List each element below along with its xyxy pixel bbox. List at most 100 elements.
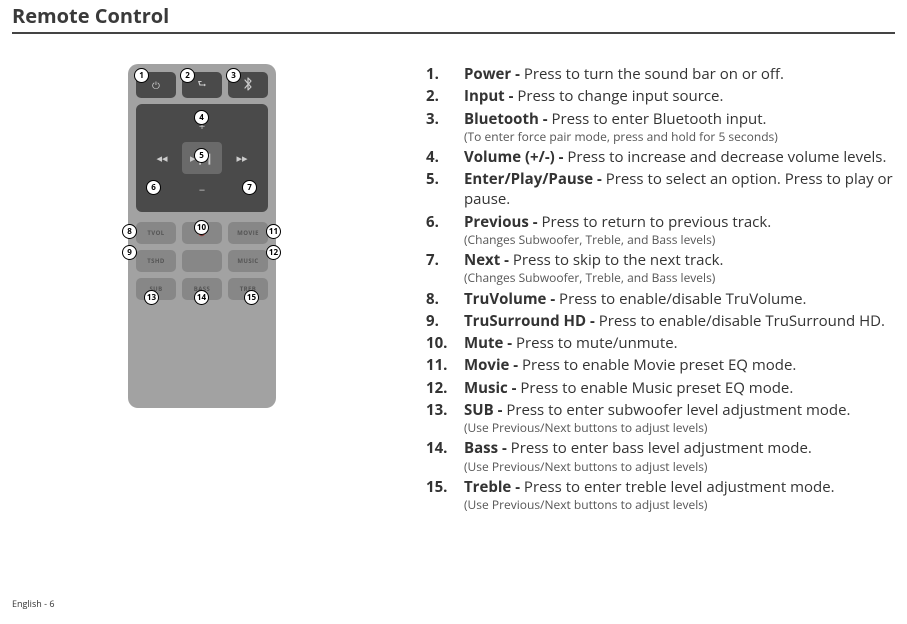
callout-15: 15 xyxy=(244,290,259,305)
instruction-item: 11. Movie - Press to enable Movie preset … xyxy=(426,355,895,375)
instruction-label: Bass - xyxy=(464,438,511,458)
callout-11: 11 xyxy=(266,224,281,239)
instruction-note: (To enter force pair mode, press and hol… xyxy=(464,129,895,145)
callout-12: 12 xyxy=(266,245,281,260)
instruction-desc: Press to enter treble level adjustment m… xyxy=(524,477,835,497)
instruction-item: 7. Next - Press to skip to the next track… xyxy=(426,250,895,286)
instruction-label: Volume (+/-) - xyxy=(464,147,567,167)
instruction-label: Mute - xyxy=(464,333,516,353)
instruction-item: 1. Power - Press to turn the sound bar on… xyxy=(426,64,895,84)
callout-7: 7 xyxy=(242,180,257,195)
instruction-number: 5. xyxy=(426,169,439,189)
instruction-number: 3. xyxy=(426,109,439,129)
instruction-item: 9.TruSurround HD - Press to enable/disab… xyxy=(426,311,895,331)
instruction-item: 13. SUB - Press to enter subwoofer level … xyxy=(426,400,895,436)
input-icon: ⮑ xyxy=(198,76,207,94)
remote-row-3: TSHD MUSIC xyxy=(136,250,268,272)
callout-5: 5 xyxy=(194,148,209,163)
music-button: MUSIC xyxy=(228,250,268,272)
callout-14: 14 xyxy=(194,290,209,305)
instruction-desc: Press to enter subwoofer level adjustmen… xyxy=(506,400,850,420)
instruction-number: 6. xyxy=(426,212,439,232)
instruction-item: 12. Music - Press to enable Music preset … xyxy=(426,378,895,398)
page-title: Remote Control xyxy=(12,0,895,34)
instruction-number: 2. xyxy=(426,86,439,106)
instruction-item: 3. Bluetooth - Press to enter Bluetooth i… xyxy=(426,109,895,145)
callout-6: 6 xyxy=(146,180,161,195)
instruction-item: 4. Volume (+/-) - Press to increase and d… xyxy=(426,147,895,167)
instruction-label: Previous - xyxy=(464,212,541,232)
instruction-number: 10. xyxy=(426,333,447,353)
movie-button: MOVIE xyxy=(228,222,268,244)
instruction-number: 1. xyxy=(426,64,439,84)
instruction-note: (Changes Subwoofer, Treble, and Bass lev… xyxy=(464,232,895,248)
instruction-label: Enter/Play/Pause - xyxy=(464,169,606,189)
instruction-number: 4. xyxy=(426,147,439,167)
instruction-label: Music - xyxy=(464,378,520,398)
instruction-desc: Press to enable Music preset EQ mode. xyxy=(520,378,793,398)
instruction-desc: Press to mute/unmute. xyxy=(516,333,678,353)
page-footer: English - 6 xyxy=(12,597,54,610)
instruction-number: 12. xyxy=(426,378,447,398)
instruction-number: 9. xyxy=(426,311,439,331)
instruction-desc: Press to return to previous track. xyxy=(541,212,771,232)
callout-10: 10 xyxy=(194,220,209,235)
power-icon: ⏻ xyxy=(152,78,160,92)
instruction-item: 8. TruVolume - Press to enable/disable Tr… xyxy=(426,289,895,309)
instruction-note: (Changes Subwoofer, Treble, and Bass lev… xyxy=(464,270,895,286)
previous-button: ◂◂ xyxy=(142,142,182,174)
volume-down-button: − xyxy=(182,174,222,206)
instruction-label: SUB - xyxy=(464,400,506,420)
instruction-desc: Press to increase and decrease volume le… xyxy=(567,147,886,167)
instruction-item: 6. Previous - Press to return to previous… xyxy=(426,212,895,248)
content-row: 1 2 3 4 5 6 7 8 9 10 11 12 13 14 15 ⏻ ⮑ xyxy=(12,64,895,515)
instruction-number: 14. xyxy=(426,438,447,458)
remote-row-top: ⏻ ⮑ xyxy=(136,72,268,98)
truvolume-button: TVOL xyxy=(136,222,176,244)
instructions-list: 1. Power - Press to turn the sound bar on… xyxy=(426,64,895,515)
next-button: ▸▸ xyxy=(222,142,262,174)
instruction-desc: Press to skip to the next track. xyxy=(513,250,724,270)
instruction-label: Power - xyxy=(464,64,524,84)
instruction-item: 10. Mute - Press to mute/unmute. xyxy=(426,333,895,353)
instruction-number: 15. xyxy=(426,477,447,497)
dpad-empty xyxy=(142,110,182,142)
instruction-label: Input - xyxy=(464,86,517,106)
instruction-item: 15. Treble - Press to enter treble level … xyxy=(426,477,895,513)
instruction-note: (Use Previous/Next buttons to adjust lev… xyxy=(464,420,895,436)
instruction-desc: Press to enter Bluetooth input. xyxy=(551,109,766,129)
remote-diagram: 1 2 3 4 5 6 7 8 9 10 11 12 13 14 15 ⏻ ⮑ xyxy=(12,64,392,515)
instruction-desc: Press to enter bass level adjustment mod… xyxy=(511,438,812,458)
callout-4: 4 xyxy=(194,110,209,125)
bluetooth-icon xyxy=(243,77,253,94)
instruction-number: 7. xyxy=(426,250,439,270)
instruction-label: Next - xyxy=(464,250,513,270)
remote-body: 1 2 3 4 5 6 7 8 9 10 11 12 13 14 15 ⏻ ⮑ xyxy=(128,64,276,408)
callout-8: 8 xyxy=(122,224,137,239)
callout-9: 9 xyxy=(122,245,137,260)
instruction-desc: Press to turn the sound bar on or off. xyxy=(524,64,784,84)
dpad-empty xyxy=(222,110,262,142)
instruction-label: TruSurround HD - xyxy=(464,311,599,331)
instruction-number: 8. xyxy=(426,289,439,309)
instruction-desc: Press to change input source. xyxy=(517,86,723,106)
instruction-desc: Press to enable/disable TruVolume. xyxy=(559,289,806,309)
instruction-label: Bluetooth - xyxy=(464,109,551,129)
trusurround-button: TSHD xyxy=(136,250,176,272)
instruction-number: 13. xyxy=(426,400,447,420)
callout-3: 3 xyxy=(226,68,241,83)
instruction-item: 14. Bass - Press to enter bass level adju… xyxy=(426,438,895,474)
instruction-label: Treble - xyxy=(464,477,524,497)
instruction-number: 11. xyxy=(426,355,447,375)
instruction-note: (Use Previous/Next buttons to adjust lev… xyxy=(464,497,895,513)
instruction-label: TruVolume - xyxy=(464,289,559,309)
instruction-note: (Use Previous/Next buttons to adjust lev… xyxy=(464,459,895,475)
instruction-desc: Press to enable Movie preset EQ mode. xyxy=(522,355,796,375)
instruction-label: Movie - xyxy=(464,355,522,375)
instruction-item: 2. Input - Press to change input source. xyxy=(426,86,895,106)
callout-1: 1 xyxy=(134,68,149,83)
instruction-item: 5.Enter/Play/Pause - Press to select an … xyxy=(426,169,895,210)
callout-2: 2 xyxy=(180,68,195,83)
blank-button xyxy=(182,250,222,272)
callout-13: 13 xyxy=(144,290,159,305)
